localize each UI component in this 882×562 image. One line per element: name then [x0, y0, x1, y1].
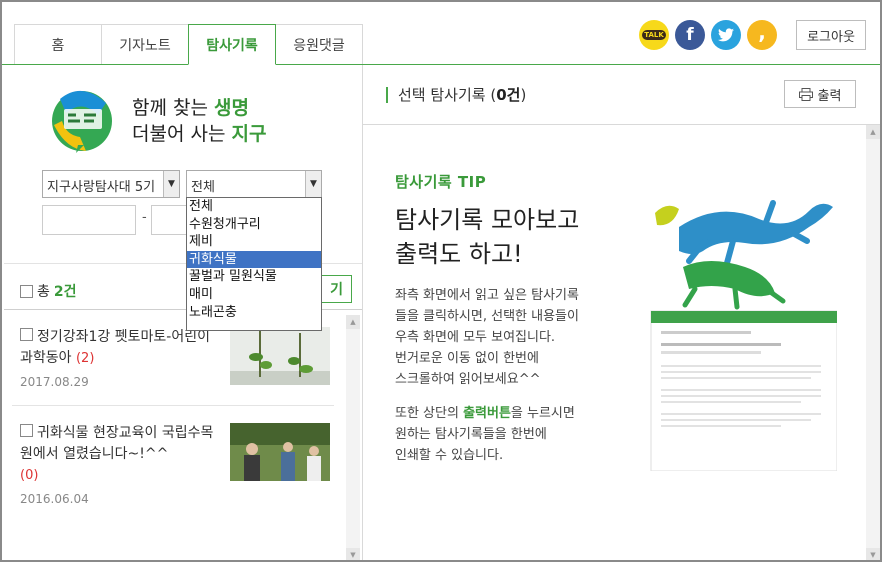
tip-heading: 탐사기록 모아보고 출력도 하고!: [395, 206, 580, 268]
divider: [12, 405, 334, 406]
start-date-field[interactable]: [42, 205, 136, 235]
list-item-title[interactable]: 귀화식물 현장교육이 국립수목원에서 열렸습니다~!^^ (0): [20, 423, 220, 486]
category-dropdown-list[interactable]: 전체 수원청개구리 제비 귀화식물 꿀벌과 밀원식물 매미 노래곤충: [186, 197, 322, 331]
dropdown-option[interactable]: 꿀벌과 밀원식물: [187, 268, 321, 286]
tip-paragraph-1: 좌측 화면에서 읽고 싶은 탐사기록 들을 클릭하시면, 선택한 내용들이 우측…: [395, 288, 579, 387]
comment-count: (2): [75, 351, 95, 366]
slogan-line2-highlight: 지구: [231, 123, 267, 145]
title-bar-accent: [386, 86, 388, 103]
slogan: 함께 찾는 생명 더불어 사는 지구: [132, 95, 266, 147]
left-list-scrollbar[interactable]: ▲ ▼: [346, 315, 360, 560]
tip-illustration: [650, 200, 837, 471]
tab-reporter-note[interactable]: 기자노트: [101, 24, 189, 64]
facebook-share-icon[interactable]: f: [675, 20, 705, 50]
app-frame: 홈 기자노트 탐사기록 응원댓글 TALK f , 로그아웃 함께 찾는 생명 …: [0, 0, 882, 562]
tab-cheer-comments[interactable]: 응원댓글: [275, 24, 363, 64]
group-select[interactable]: 지구사랑탐사대 5기 ▼: [42, 170, 180, 198]
dropdown-option-selected[interactable]: 귀화식물: [187, 250, 321, 269]
selected-count: 0건: [496, 86, 521, 104]
tip-paragraph-2: 또한 상단의 출력버튼을 누르시면 원하는 탐사기록들을 한번에 인쇄할 수 있…: [395, 406, 575, 463]
slogan-line1-text: 함께 찾는: [132, 97, 214, 119]
total-label: 총: [37, 284, 50, 300]
dropdown-option[interactable]: 매미: [187, 286, 321, 304]
slogan-line2-text: 더불어 사는: [132, 123, 232, 145]
select-all-control[interactable]: 총 2건: [20, 281, 77, 301]
scroll-down-icon[interactable]: ▼: [346, 548, 360, 560]
tab-exploration-record[interactable]: 탐사기록: [188, 24, 276, 65]
tab-home[interactable]: 홈: [14, 24, 102, 64]
arboretum-education-thumbnail[interactable]: [230, 423, 330, 481]
tip-area: 탐사기록 TIP 탐사기록 모아보고 출력도 하고! 좌측 화면에서 읽고 싶은…: [363, 125, 866, 560]
group-select-value: 지구사랑탐사대 5기: [47, 180, 156, 195]
list-item-title[interactable]: 정기강좌1강 펫토마토-어린이과학동아 (2): [20, 327, 220, 369]
main-tabs: 홈 기자노트 탐사기록 응원댓글: [14, 24, 363, 65]
date-separator: -: [142, 210, 147, 225]
category-select[interactable]: 전체 ▼: [186, 170, 322, 198]
selected-records-title: 선택 탐사기록 (0건): [386, 84, 526, 105]
slogan-line1-highlight: 생명: [214, 97, 249, 119]
right-panel-scrollbar[interactable]: ▲ ▼: [866, 125, 880, 560]
print-button[interactable]: 출력: [784, 80, 856, 108]
scroll-down-icon[interactable]: ▼: [866, 548, 880, 560]
scroll-up-icon[interactable]: ▲: [866, 125, 880, 139]
item-checkbox[interactable]: [20, 424, 33, 437]
item-checkbox[interactable]: [20, 328, 33, 341]
kakaostory-share-icon[interactable]: ,: [747, 20, 777, 50]
scroll-up-icon[interactable]: ▲: [346, 315, 360, 329]
dropdown-option[interactable]: 수원청개구리: [187, 216, 321, 234]
kakaotalk-share-icon[interactable]: TALK: [639, 20, 669, 50]
earth-love-explorers-logo: [52, 90, 112, 153]
dropdown-option[interactable]: 전체: [187, 198, 321, 216]
chevron-down-icon[interactable]: ▼: [305, 171, 321, 197]
select-all-checkbox[interactable]: [20, 284, 33, 298]
tomato-plant-thumbnail[interactable]: [230, 327, 330, 385]
dropdown-option[interactable]: 노래곤충: [187, 304, 321, 322]
chevron-down-icon[interactable]: ▼: [163, 171, 179, 197]
dropdown-option[interactable]: 제비: [187, 233, 321, 251]
comment-count: (0): [20, 468, 39, 483]
tip-label: 탐사기록 TIP: [395, 173, 487, 191]
left-panel: 함께 찾는 생명 더불어 사는 지구 지구사랑탐사대 5기 ▼ 전체 ▼ - 전…: [4, 65, 362, 560]
list-item-date: 2016.06.04: [20, 492, 89, 506]
category-select-value: 전체: [191, 180, 215, 195]
twitter-share-icon[interactable]: [711, 20, 741, 50]
printer-icon: [798, 87, 813, 101]
total-count: 2건: [53, 284, 77, 300]
logout-button[interactable]: 로그아웃: [796, 20, 866, 50]
